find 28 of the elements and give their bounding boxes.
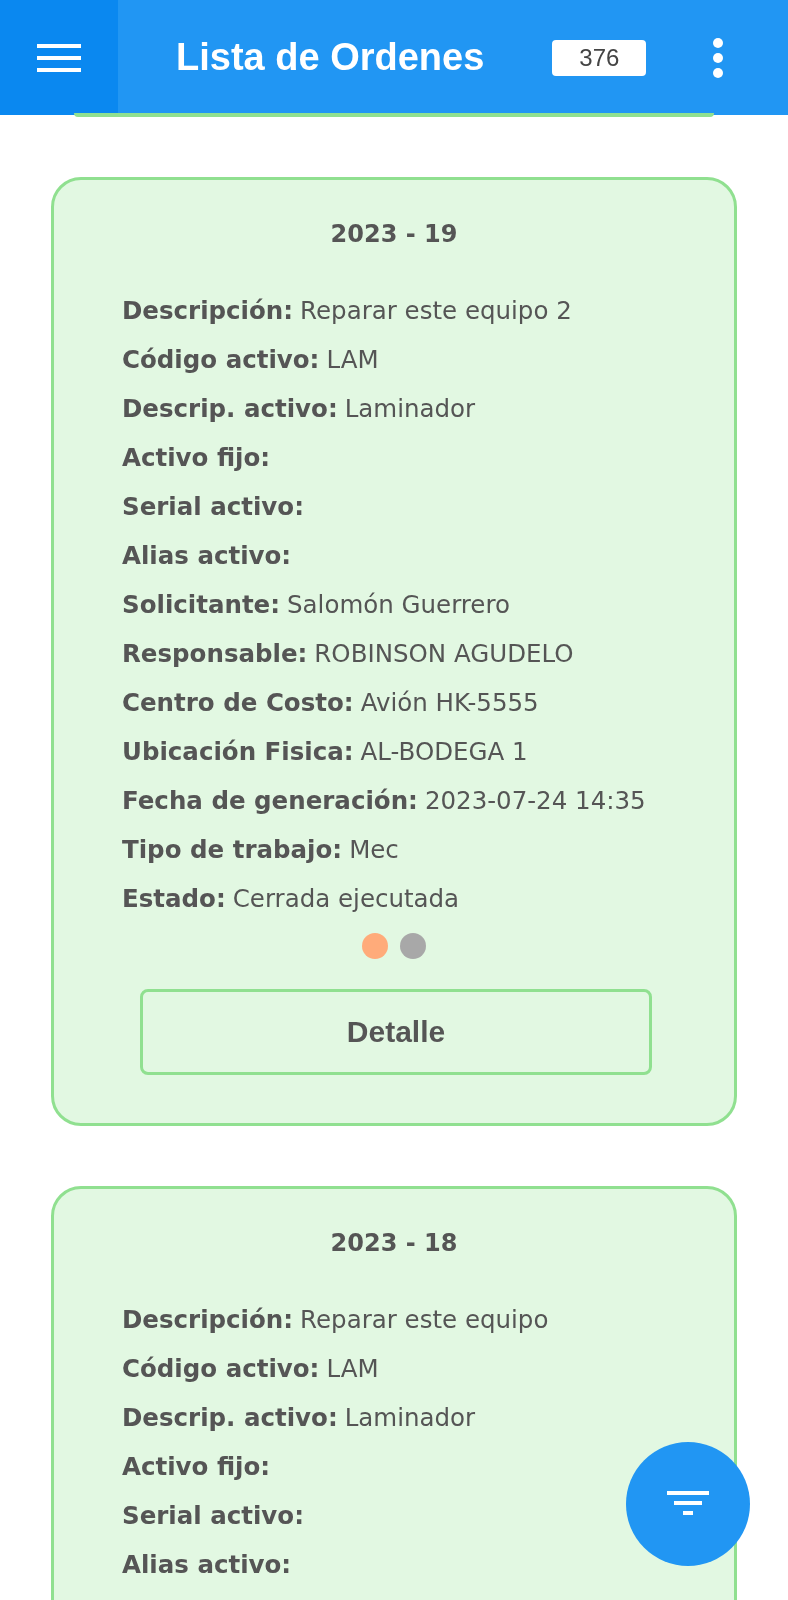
- app-title: Lista de Ordenes: [176, 36, 485, 79]
- order-field: Solicitante: Salomón Guerrero: [122, 580, 510, 629]
- order-field: Responsable: ROBINSON AGUDELO: [122, 629, 574, 678]
- filter-icon: [667, 1491, 709, 1517]
- order-field: Descrip. activo: Laminador: [122, 1393, 476, 1442]
- order-field: Activo fijo:: [122, 433, 271, 482]
- order-field: Descripción: Reparar este equipo: [122, 1295, 549, 1344]
- order-field: Descrip. activo: Laminador: [122, 384, 476, 433]
- order-field: Código activo: LAM: [122, 1344, 379, 1393]
- order-field: Descripción: Reparar este equipo 2: [122, 286, 572, 335]
- order-field: Ubicación Fisica: AL-BODEGA 1: [122, 727, 528, 776]
- order-field: Serial activo:: [122, 1491, 304, 1540]
- menu-button[interactable]: [0, 0, 118, 115]
- order-field: Activo fijo:: [122, 1442, 271, 1491]
- order-field: Alias activo:: [122, 531, 292, 580]
- order-field: Tipo de trabajo: Mec: [122, 825, 399, 874]
- order-number: 2023 - 18: [329, 1229, 459, 1257]
- order-field: Centro de Costo: Avión HK-5555: [122, 678, 539, 727]
- order-field: Código activo: LAM: [122, 335, 379, 384]
- order-field: Serial activo:: [122, 482, 304, 531]
- order-field: Fecha de generación: 2023-07-24 14:35: [122, 776, 646, 825]
- order-field: Alias activo:: [122, 1540, 292, 1589]
- order-count-badge: 376: [552, 39, 647, 76]
- more-icon[interactable]: [712, 37, 725, 78]
- order-number: 2023 - 19: [329, 220, 459, 248]
- order-field: Estado: Cerrada ejecutada: [122, 874, 460, 923]
- detail-button[interactable]: Detalle: [140, 989, 652, 1075]
- menu-icon: [37, 41, 81, 74]
